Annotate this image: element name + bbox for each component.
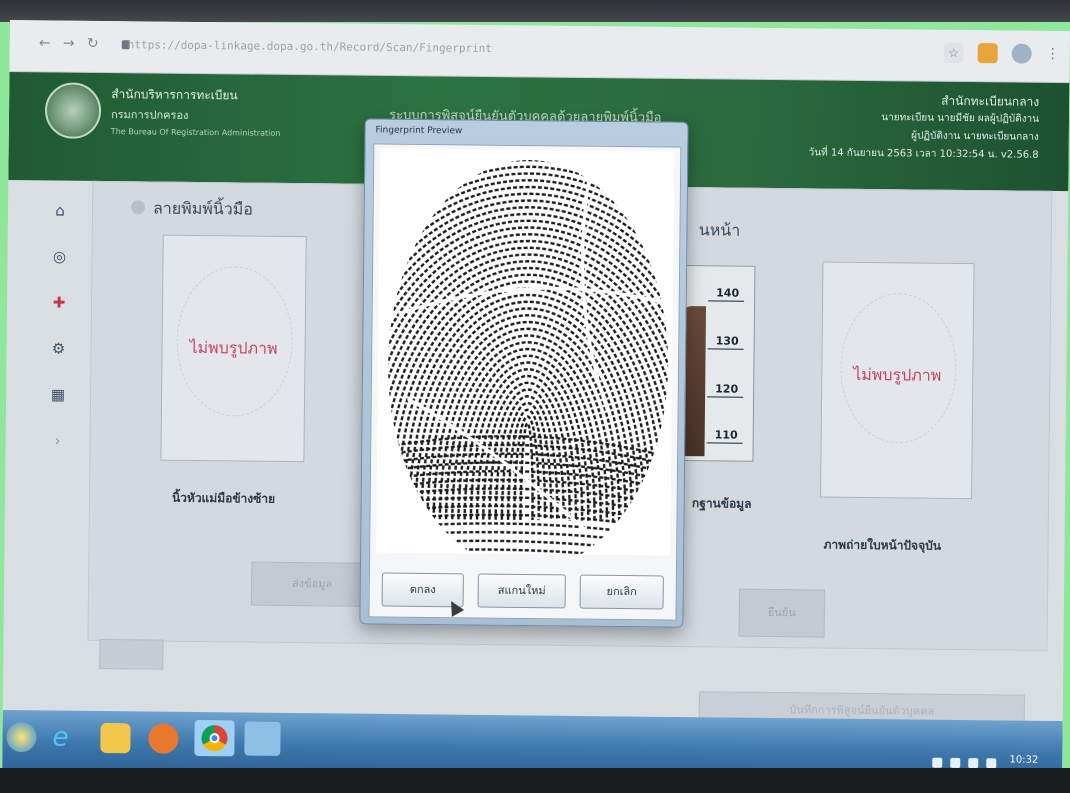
org-subtitle: กรมการปกครอง xyxy=(110,108,189,122)
face-photo-caption: ภาพถ่ายใบหน้าปัจจุบัน xyxy=(823,537,942,553)
user-info: สำนักทะเบียนกลาง นายทะเบียน นายมีชัย ผลผ… xyxy=(809,90,1040,164)
face-photo: ไม่พบรูปภาพ xyxy=(820,261,975,500)
fingerprint-nav-icon[interactable]: ◎ xyxy=(49,246,69,266)
chrome-logo-center xyxy=(209,733,220,744)
tray-flag-icon[interactable] xyxy=(968,758,979,769)
pagination-chip[interactable] xyxy=(99,638,164,670)
section-title-face: นหน้า xyxy=(698,220,741,240)
no-photo-label: ไม่พบรูปภาพ xyxy=(189,337,278,358)
height-mark: 110 xyxy=(714,428,738,442)
monitor-bezel-bottom xyxy=(0,768,1070,793)
height-tick xyxy=(708,300,745,302)
reload-icon[interactable]: ↻ xyxy=(84,35,102,53)
confirm-button[interactable]: ยืนยัน xyxy=(738,588,826,638)
chevron-right-icon[interactable]: › xyxy=(47,430,67,450)
rescan-button[interactable]: สแกนใหม่ xyxy=(477,573,566,609)
no-photo-label: ไม่พบรูปภาพ xyxy=(853,364,942,385)
left-sidebar: ⌂ ◎ ✚ ⚙ ▦ › xyxy=(33,180,84,680)
menu-dots-icon[interactable]: ⋮ xyxy=(1044,45,1062,63)
height-mark: 120 xyxy=(715,382,739,396)
height-mark: 130 xyxy=(715,334,739,348)
height-mark: 140 xyxy=(716,286,740,300)
fingerprint-image xyxy=(376,148,675,556)
address-bar[interactable]: https://dopa-linkage.dopa.go.th/Record/S… xyxy=(114,33,714,63)
tray-volume-icon[interactable] xyxy=(950,757,961,768)
media-player-icon[interactable] xyxy=(148,723,179,754)
ministry-seal-logo xyxy=(44,82,102,139)
height-tick xyxy=(707,348,744,350)
fingerprint-preview-dialog: Fingerprint Preview ตกลง สแกนใหม่ ยกเลิก xyxy=(359,118,689,628)
start-orb-icon[interactable] xyxy=(6,722,37,753)
office-name: สำนักทะเบียนกลาง xyxy=(941,93,1040,109)
left-thumb-photo: ไม่พบรูปภาพ xyxy=(160,234,307,463)
dialog-title: Fingerprint Preview xyxy=(375,125,463,137)
database-face-photo: 140 130 120 110 xyxy=(678,265,756,462)
file-explorer-icon[interactable] xyxy=(100,722,131,754)
medical-cross-icon[interactable]: ✚ xyxy=(49,292,69,312)
report-icon[interactable]: ▦ xyxy=(48,384,68,404)
height-tick xyxy=(707,396,744,398)
back-arrow-icon[interactable]: ← xyxy=(36,34,54,52)
settings-gear-icon[interactable]: ⚙ xyxy=(48,338,68,358)
monitor-bezel-top xyxy=(0,0,1070,22)
profile-icon[interactable] xyxy=(1011,43,1032,64)
send-data-button[interactable]: ส่งข้อมูล xyxy=(250,561,374,607)
cancel-button[interactable]: ยกเลิก xyxy=(579,574,664,610)
internet-explorer-icon[interactable]: e xyxy=(52,722,82,752)
fingerprint-svg xyxy=(376,148,675,556)
section-title: ลายพิมพ์นิ้วมือ xyxy=(152,198,254,219)
database-caption: กฐานข้อมูล xyxy=(691,496,752,511)
org-english-name: The Bureau Of Registration Administratio… xyxy=(110,127,281,138)
left-thumb-caption: นิ้วหัวแม่มือข้างซ้าย xyxy=(171,490,276,506)
session-date: วันที่ 14 กันยายน 2563 เวลา 10:32:54 น. … xyxy=(808,147,1039,161)
home-icon[interactable]: ⌂ xyxy=(50,200,70,220)
chrome-icon[interactable] xyxy=(194,719,235,757)
section-bullet-icon xyxy=(130,200,146,215)
taskbar-clock[interactable]: 10:32 xyxy=(1009,755,1038,766)
app-window-icon[interactable] xyxy=(244,721,281,756)
dialog-body: ตกลง สแกนใหม่ ยกเลิก xyxy=(368,143,682,621)
tray-battery-icon[interactable] xyxy=(986,758,997,769)
bookmark-star-icon[interactable]: ☆ xyxy=(943,42,964,63)
forward-arrow-icon[interactable]: → xyxy=(60,35,78,53)
height-tick xyxy=(706,442,743,444)
user-role: ผู้ปฏิบัติงาน นายทะเบียนกลาง xyxy=(911,130,1039,143)
tray-network-icon[interactable] xyxy=(932,757,943,768)
org-title: สำนักบริหารการทะเบียน xyxy=(111,87,238,103)
extension-icon[interactable] xyxy=(977,43,998,64)
user-name: นายทะเบียน นายมีชัย ผลผู้ปฏิบัติงาน xyxy=(881,112,1040,125)
